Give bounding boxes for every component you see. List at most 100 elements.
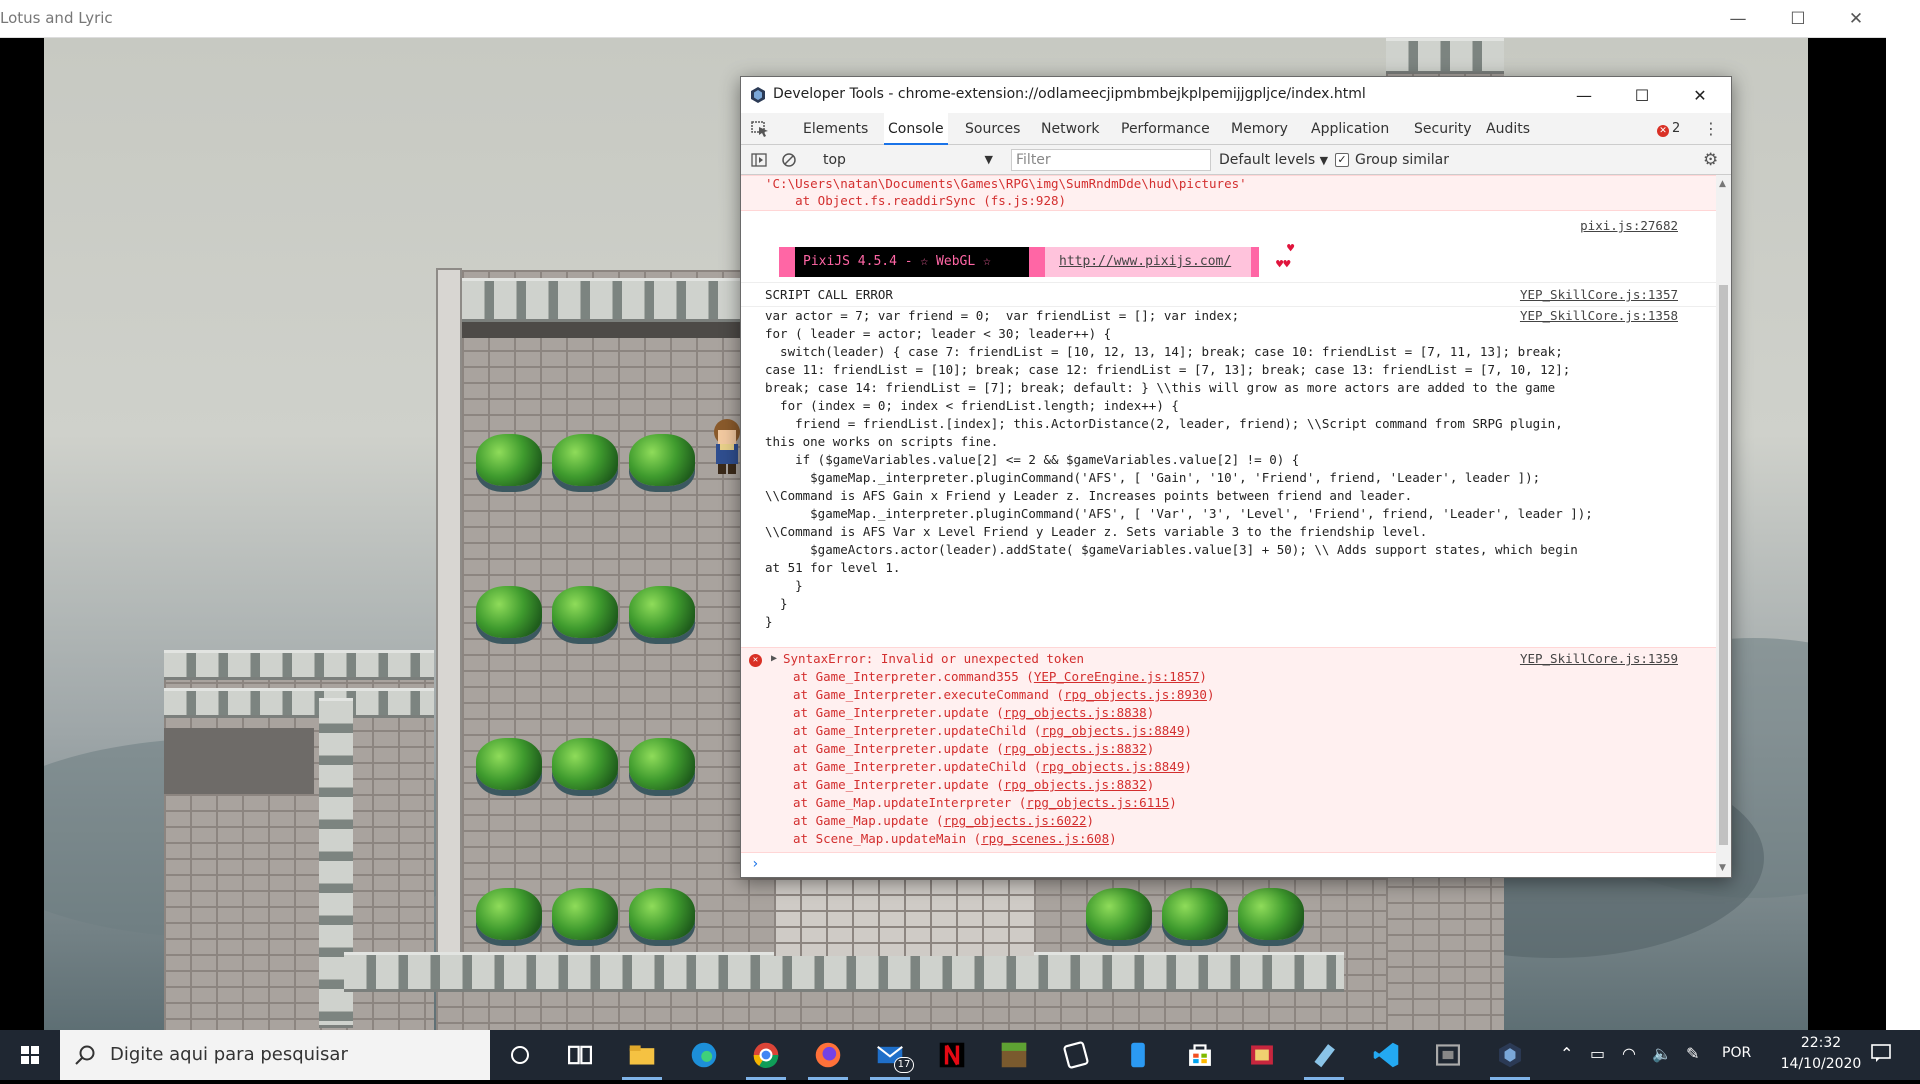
taskbar-app-button[interactable] bbox=[1362, 1030, 1410, 1080]
pixi-source-link[interactable]: pixi.js:27682 bbox=[1580, 217, 1678, 235]
stack-frame-source-link[interactable]: YEP_CoreEngine.js:1857 bbox=[1034, 669, 1200, 684]
clock-date[interactable]: 14/10/2020 bbox=[1770, 1056, 1872, 1072]
error-counter[interactable]: ✕ 2 bbox=[1657, 121, 1680, 137]
taskbar-app-button[interactable] bbox=[680, 1030, 728, 1080]
game-minimize-button[interactable]: — bbox=[1708, 0, 1768, 38]
stack-frame-source-link[interactable]: rpg_scenes.js:608 bbox=[981, 831, 1109, 846]
stack-frame-function: at Game_Interpreter.update ( bbox=[793, 705, 1004, 720]
devtools-close-button[interactable]: ✕ bbox=[1671, 77, 1729, 113]
devtools-minimize-button[interactable]: — bbox=[1555, 77, 1613, 113]
stack-frame-source-link[interactable]: rpg_objects.js:8930 bbox=[1064, 687, 1207, 702]
more-options-icon[interactable]: ⋮ bbox=[1703, 119, 1719, 138]
cortana-button[interactable] bbox=[496, 1030, 544, 1080]
taskbar-app-button[interactable] bbox=[928, 1030, 976, 1080]
scroll-thumb[interactable] bbox=[1719, 285, 1728, 845]
skillcore-source-link[interactable]: YEP_SkillCore.js:1359 bbox=[1520, 650, 1678, 668]
script-code-line: switch(leader) { case 7: friendList = [1… bbox=[765, 344, 1563, 359]
console-scrollbar[interactable]: ▲ ▼ bbox=[1716, 175, 1731, 877]
taskbar-app-button[interactable] bbox=[1238, 1030, 1286, 1080]
tab-security[interactable]: Security bbox=[1410, 113, 1476, 145]
stack-frame: at Game_Map.update (rpg_objects.js:6022) bbox=[793, 812, 1094, 830]
notes-app-icon bbox=[1314, 1044, 1335, 1068]
pen-icon[interactable]: ✎ bbox=[1686, 1044, 1699, 1063]
stack-frame-function: at Game_Interpreter.updateChild ( bbox=[793, 723, 1042, 738]
expand-triangle-icon[interactable]: ▶ bbox=[771, 653, 777, 664]
wifi-icon[interactable]: ◠ bbox=[1622, 1044, 1636, 1063]
pixi-url-link[interactable]: http://www.pixijs.com/ bbox=[1059, 254, 1231, 269]
taskbar-app-button[interactable] bbox=[1486, 1030, 1534, 1080]
chevron-up-icon[interactable]: ⌃ bbox=[1560, 1044, 1573, 1063]
taskbar-app-button[interactable]: 17 bbox=[866, 1030, 914, 1080]
stack-frame-source-link[interactable]: rpg_objects.js:8832 bbox=[1004, 741, 1147, 756]
stack-frame-source-link[interactable]: rpg_objects.js:8849 bbox=[1041, 759, 1184, 774]
scroll-down-icon[interactable]: ▼ bbox=[1719, 863, 1726, 873]
taskbar-app-button[interactable] bbox=[618, 1030, 666, 1080]
taskbar-app-button[interactable] bbox=[1424, 1030, 1472, 1080]
console-output[interactable]: 'C:\Users\natan\Documents\Games\RPG\img\… bbox=[741, 175, 1716, 877]
pixi-badge: PixiJS 4.5.4 - ☆ WebGL ☆ bbox=[795, 247, 1029, 277]
taskbar: Digite aqui para pesquisar 17 ⌃ ▭ ◠ 🔈 ✎ … bbox=[0, 1030, 1920, 1080]
gear-icon[interactable]: ⚙ bbox=[1703, 150, 1718, 170]
taskbar-app-button[interactable] bbox=[990, 1030, 1038, 1080]
console-filter-input[interactable] bbox=[1011, 149, 1211, 171]
tab-console[interactable]: Console bbox=[884, 113, 948, 145]
notifications-icon[interactable] bbox=[1870, 1042, 1892, 1068]
stack-frame-source-link[interactable]: rpg_objects.js:6115 bbox=[1026, 795, 1169, 810]
tab-sources[interactable]: Sources bbox=[961, 113, 1024, 145]
pixi-badge-stripe bbox=[779, 247, 795, 277]
stack-frame: at Game_Interpreter.executeCommand (rpg_… bbox=[793, 686, 1214, 704]
context-value: top bbox=[823, 152, 846, 168]
script-code-line: var actor = 7; var friend = 0; var frien… bbox=[765, 308, 1240, 323]
syntax-error-message: SyntaxError: Invalid or unexpected token bbox=[783, 651, 1085, 666]
devtools-maximize-button[interactable]: ☐ bbox=[1613, 77, 1671, 113]
taskbar-app-button[interactable] bbox=[804, 1030, 852, 1080]
skillcore-source-link[interactable]: YEP_SkillCore.js:1357 bbox=[1520, 286, 1678, 304]
taskbar-app-button[interactable] bbox=[742, 1030, 790, 1080]
volume-icon[interactable]: 🔈 bbox=[1652, 1044, 1672, 1063]
start-button[interactable] bbox=[0, 1030, 60, 1080]
stack-frame-source-link[interactable]: rpg_objects.js:8832 bbox=[1004, 777, 1147, 792]
tab-memory[interactable]: Memory bbox=[1227, 113, 1292, 145]
stack-frame-source-link[interactable]: rpg_objects.js:6022 bbox=[944, 813, 1087, 828]
taskbar-search-box[interactable]: Digite aqui para pesquisar bbox=[60, 1030, 490, 1080]
pixi-badge-stripe bbox=[1251, 247, 1259, 277]
devtools-window: Developer Tools - chrome-extension://odl… bbox=[740, 76, 1732, 878]
language-indicator[interactable]: POR bbox=[1722, 1045, 1751, 1061]
taskbar-app-button[interactable] bbox=[1176, 1030, 1224, 1080]
heart-icon: ♥ bbox=[1287, 241, 1295, 255]
skillcore-source-link[interactable]: YEP_SkillCore.js:1358 bbox=[1520, 307, 1678, 325]
console-prompt-row[interactable]: › bbox=[741, 853, 1716, 877]
stack-frame-source-link[interactable]: rpg_objects.js:8838 bbox=[1004, 705, 1147, 720]
taskbar-app-button[interactable] bbox=[1114, 1030, 1162, 1080]
script-call-error-text: SCRIPT CALL ERROR bbox=[765, 287, 893, 302]
tab-application[interactable]: Application bbox=[1307, 113, 1393, 145]
taskbar-app-button[interactable] bbox=[556, 1030, 604, 1080]
log-levels-dropdown[interactable]: Default levels ▼ bbox=[1219, 149, 1328, 171]
error-icon: ✕ bbox=[749, 654, 762, 667]
error-stack-text: at Object.fs.readdirSync (fs.js:928) bbox=[765, 193, 1067, 208]
game-close-button[interactable]: ✕ bbox=[1826, 0, 1886, 38]
inspect-element-icon[interactable] bbox=[751, 121, 769, 137]
netflix-icon bbox=[939, 1042, 965, 1068]
tab-elements[interactable]: Elements bbox=[799, 113, 872, 145]
cortana-icon bbox=[511, 1046, 529, 1064]
sidebar-toggle-icon[interactable] bbox=[751, 152, 767, 168]
bush bbox=[1162, 888, 1228, 940]
stack-frame-source-link[interactable]: rpg_objects.js:8849 bbox=[1041, 723, 1184, 738]
tab-performance[interactable]: Performance bbox=[1117, 113, 1214, 145]
file-explorer-icon bbox=[629, 1045, 655, 1065]
stack-frame: at Game_Interpreter.updateChild (rpg_obj… bbox=[793, 722, 1192, 740]
group-similar-checkbox[interactable]: ✓ bbox=[1335, 153, 1349, 167]
battery-icon[interactable]: ▭ bbox=[1590, 1044, 1605, 1063]
desktop-scroll-strip bbox=[1886, 0, 1920, 1030]
clear-console-icon[interactable] bbox=[781, 152, 797, 168]
tab-network[interactable]: Network bbox=[1037, 113, 1103, 145]
taskbar-app-button[interactable] bbox=[1052, 1030, 1100, 1080]
scroll-up-icon[interactable]: ▲ bbox=[1719, 179, 1726, 189]
taskbar-app-button[interactable] bbox=[1300, 1030, 1348, 1080]
context-selector[interactable]: top ▼ bbox=[823, 149, 993, 171]
tab-audits[interactable]: Audits bbox=[1482, 113, 1534, 145]
game-maximize-button[interactable]: ☐ bbox=[1768, 0, 1828, 38]
clock-time[interactable]: 22:32 bbox=[1790, 1035, 1852, 1051]
stack-frame-end: ) bbox=[1109, 831, 1117, 846]
